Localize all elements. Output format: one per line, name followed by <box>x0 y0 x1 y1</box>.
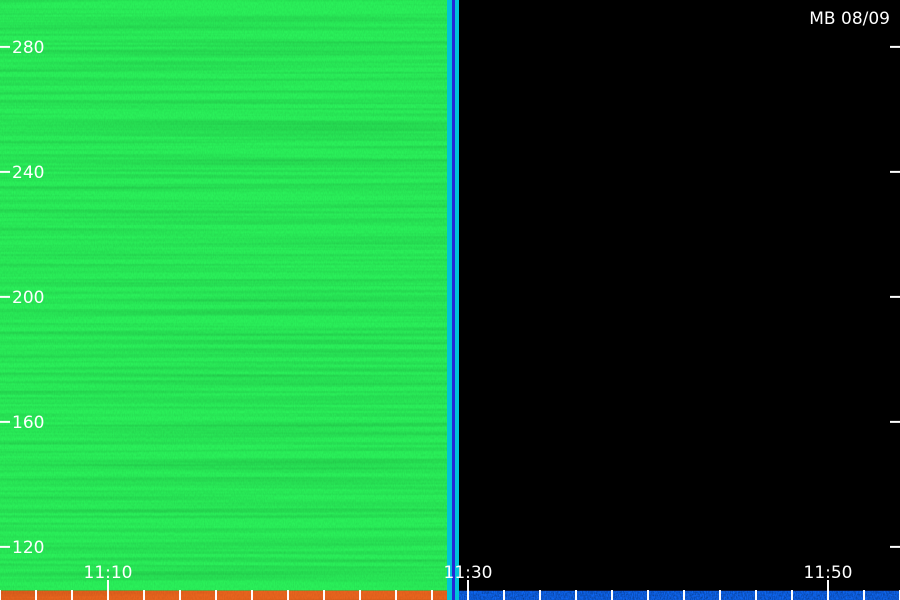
spectrogram-region-grain <box>0 590 450 600</box>
spectrogram-markers <box>447 0 459 600</box>
spectrogram-region-streaks <box>450 0 900 591</box>
y-tick-label: 120 <box>12 538 44 558</box>
spectrogram-region-grain <box>0 0 450 591</box>
y-tick-label: 240 <box>12 163 44 183</box>
x-tick-label: 11:50 <box>804 563 853 583</box>
spectrogram-region-0 <box>0 0 450 591</box>
spectrogram-region-3 <box>450 0 900 591</box>
vertical-band-core <box>452 0 455 600</box>
spectrogram-region-grain <box>450 590 900 600</box>
x-tick-label: 11:30 <box>444 563 493 583</box>
vertical-band-0 <box>447 0 459 600</box>
x-tick-label: 11:10 <box>84 563 133 583</box>
y-tick-label: 280 <box>12 38 44 58</box>
spectrogram-region-1 <box>0 590 450 600</box>
y-tick-label: 160 <box>12 413 44 433</box>
y-tick-label: 200 <box>12 288 44 308</box>
chart-title: MB 08/09 <box>809 9 890 29</box>
spectrogram: 120 160 200 240 280 11:10 11:30 11:50 MB 08/09 <box>0 0 900 600</box>
spectrogram-region-2 <box>450 590 900 600</box>
